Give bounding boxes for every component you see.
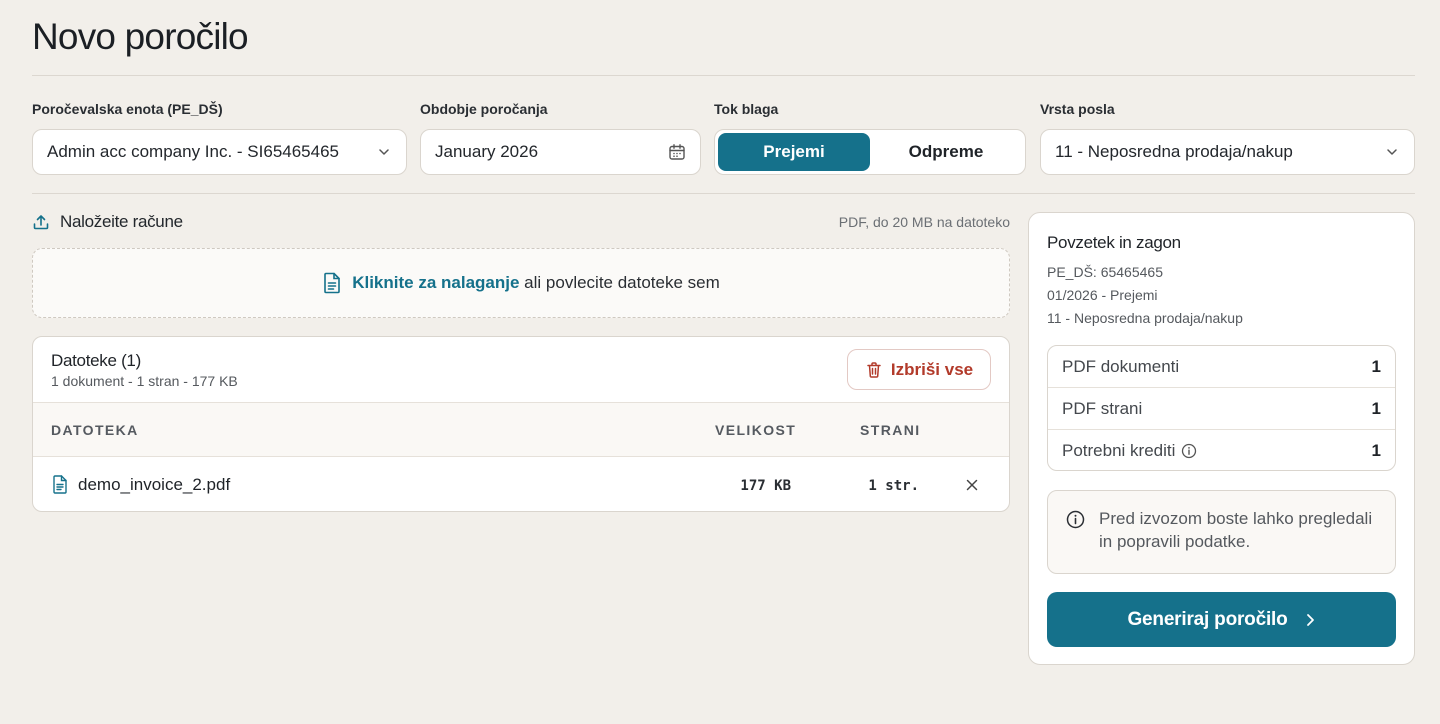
stat-label: PDF strani (1062, 398, 1143, 418)
files-title: Datoteke (1) (51, 351, 141, 370)
summary-panel: Povzetek in zagon PE_DŠ: 65465465 01/202… (1028, 212, 1415, 665)
col-file: DATOTEKA (51, 422, 139, 438)
period-value: January 2026 (435, 142, 539, 161)
type-label: Vrsta posla (1040, 101, 1115, 117)
file-pages: 1 str. (868, 478, 919, 494)
files-card: Datoteke (1) 1 dokument - 1 stran - 177 … (32, 336, 1010, 512)
stat-value: 1 (1371, 398, 1381, 418)
summary-type: 11 - Neposredna prodaja/nakup (1047, 310, 1243, 326)
type-value: 11 - Neposredna prodaja/nakup (1055, 142, 1293, 161)
stat-label: Potrebni krediti (1062, 441, 1176, 460)
upload-dropzone[interactable]: Kliknite za nalaganje ali povlecite dato… (32, 248, 1010, 318)
unit-label: Poročevalska enota (PE_DŠ) (32, 101, 223, 117)
summary-stats: PDF dokumenti 1 PDF strani 1 Potrebni kr… (1047, 345, 1396, 471)
chevron-down-icon (1387, 149, 1397, 155)
file-icon (53, 475, 67, 494)
upload-link[interactable]: Kliknite za nalaganje (352, 273, 519, 292)
chevron-right-icon (1306, 613, 1314, 626)
chevron-down-icon (379, 149, 389, 155)
files-table-header: DATOTEKA VELIKOST STRANI (33, 402, 1009, 457)
stat-row: Potrebni krediti 1 (1048, 430, 1395, 470)
table-row: demo_invoice_2.pdf 177 KB 1 str. (33, 457, 1009, 511)
title-divider (32, 75, 1415, 76)
unit-value: Admin acc company Inc. - SI65465465 (47, 142, 339, 161)
file-name: demo_invoice_2.pdf (78, 475, 231, 494)
delete-all-label: Izbriši vse (890, 359, 974, 379)
stat-value: 1 (1371, 441, 1381, 460)
unit-select[interactable]: Admin acc company Inc. - SI65465465 (32, 129, 407, 175)
upload-icon (33, 215, 49, 230)
summary-title: Povzetek in zagon (1047, 233, 1181, 252)
info-note-text: Pred izvozom boste lahko pregledali in p… (1099, 509, 1373, 551)
flow-option-odpreme[interactable]: Odpreme (870, 133, 1022, 171)
type-select[interactable]: 11 - Neposredna prodaja/nakup (1040, 129, 1415, 175)
upload-heading-text: Naložeite račune (60, 212, 183, 231)
period-label: Obdobje poročanja (420, 101, 548, 117)
trash-icon (867, 361, 881, 378)
page-title: Novo poročilo (32, 16, 249, 57)
summary-period: 01/2026 - Prejemi (1047, 287, 1158, 303)
info-note: Pred izvozom boste lahko pregledali in p… (1047, 490, 1396, 574)
generate-label: Generiraj poročilo (1127, 608, 1288, 630)
info-icon[interactable] (1181, 443, 1197, 459)
stat-row: PDF strani 1 (1048, 388, 1395, 430)
file-icon (324, 272, 341, 294)
calendar-icon (669, 144, 685, 160)
upload-hint: PDF, do 20 MB na datoteko (838, 214, 1010, 230)
col-size: VELIKOST (715, 422, 797, 438)
close-icon[interactable] (964, 477, 980, 493)
stat-value: 1 (1371, 356, 1381, 376)
stat-row: PDF dokumenti 1 (1048, 346, 1395, 388)
col-pages: STRANI (860, 422, 921, 438)
stat-label: PDF dokumenti (1062, 356, 1180, 376)
upload-rest-text: ali povlecite datoteke sem (524, 273, 720, 292)
info-icon (1066, 510, 1085, 529)
summary-unit: PE_DŠ: 65465465 (1047, 264, 1163, 280)
files-summary: 1 dokument - 1 stran - 177 KB (51, 373, 238, 389)
generate-report-button[interactable]: Generiraj poročilo (1047, 592, 1396, 647)
flow-toggle: Prejemi Odpreme (714, 129, 1026, 175)
flow-label: Tok blaga (714, 101, 779, 117)
period-picker[interactable]: January 2026 (420, 129, 701, 175)
upload-heading: Naložeite račune (32, 212, 183, 232)
flow-option-prejemi[interactable]: Prejemi (718, 133, 870, 171)
file-size: 177 KB (740, 478, 791, 494)
filters-divider (32, 193, 1415, 194)
delete-all-button[interactable]: Izbriši vse (847, 349, 991, 390)
